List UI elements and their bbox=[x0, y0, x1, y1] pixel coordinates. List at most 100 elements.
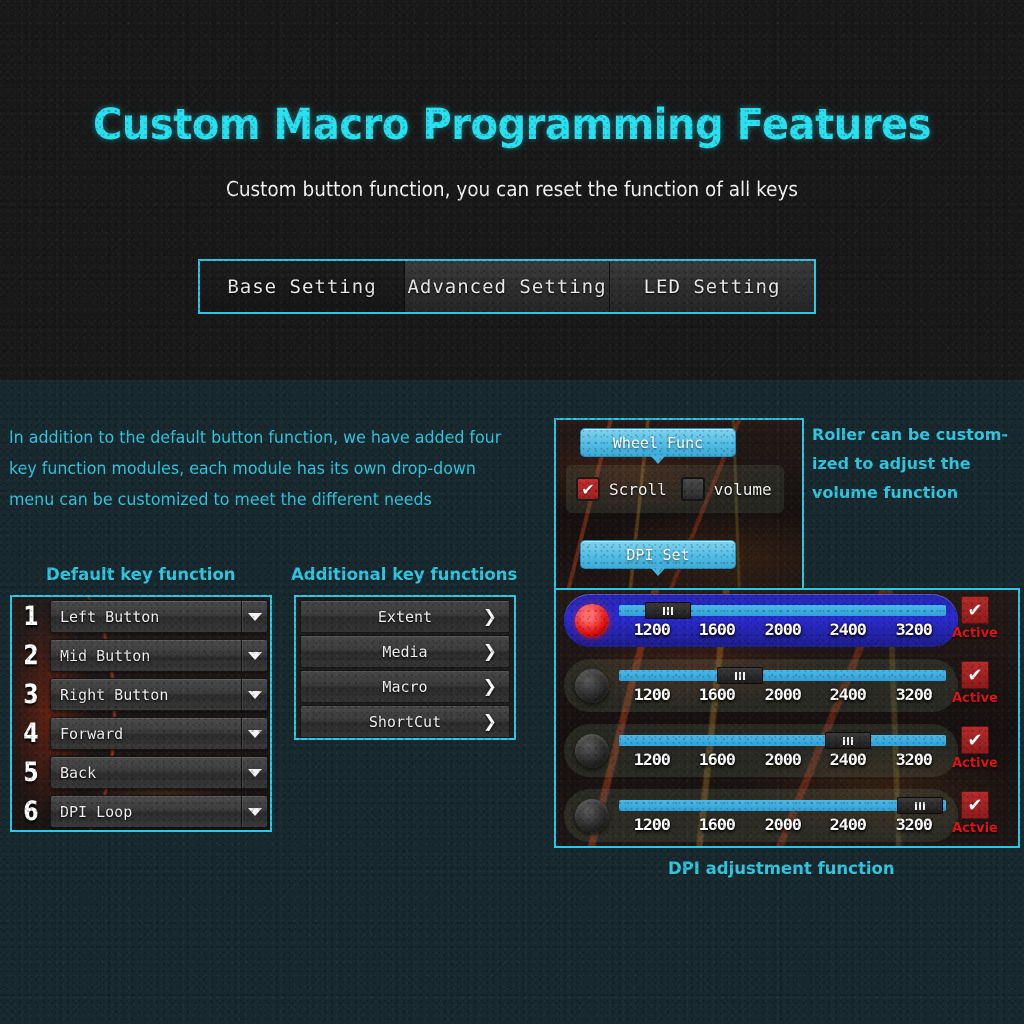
tick-label: 2400 bbox=[829, 620, 867, 639]
key-row-6: 6 DPI Loop bbox=[12, 792, 270, 830]
scroll-label: Scroll bbox=[609, 479, 667, 499]
tick-label: 1200 bbox=[633, 685, 671, 704]
key-index: 6 bbox=[23, 796, 39, 828]
key-index: 4 bbox=[23, 718, 39, 750]
slider-handle[interactable] bbox=[645, 602, 692, 619]
dpi-row-body[interactable]: 1200 1600 2000 2400 3200 bbox=[564, 724, 958, 777]
menu-item-macro[interactable]: Macro ❯ bbox=[300, 670, 510, 703]
scroll-checkbox[interactable]: ✔ bbox=[576, 477, 600, 501]
page-subtitle: Custom button function, you can reset th… bbox=[225, 177, 799, 201]
slider-handle[interactable] bbox=[717, 667, 764, 684]
dpi-slider-3[interactable]: 1200 1600 2000 2400 3200 bbox=[619, 724, 946, 777]
active-checkbox[interactable]: ✔ bbox=[961, 596, 989, 624]
dpi-row-1: 1200 1600 2000 2400 3200 ✔ Active bbox=[556, 590, 1018, 651]
key-dropdown-3[interactable]: Right Button bbox=[50, 678, 268, 712]
dpi-row-body[interactable]: 1200 1600 2000 2400 3200 bbox=[564, 789, 958, 842]
tick-label: 1200 bbox=[633, 815, 671, 834]
active-checkbox[interactable]: ✔ bbox=[961, 791, 989, 819]
additional-keys-caption: Additional key functions bbox=[291, 565, 518, 584]
tick-label: 2000 bbox=[764, 750, 801, 769]
dpi-led-indicator[interactable] bbox=[575, 798, 609, 833]
default-keys-caption: Default key function bbox=[46, 565, 236, 584]
menu-item-shortcut[interactable]: ShortCut ❯ bbox=[300, 705, 510, 738]
dpi-led-indicator[interactable] bbox=[575, 603, 609, 638]
slider-ticks: 1200 1600 2000 2400 3200 bbox=[619, 815, 946, 834]
tab-led-setting[interactable]: LED Setting bbox=[610, 261, 814, 312]
dpi-slider-1[interactable]: 1200 1600 2000 2400 3200 bbox=[619, 594, 946, 647]
key-dropdown-value: Right Button bbox=[60, 685, 169, 704]
tab-notch-icon bbox=[650, 567, 666, 576]
slider-track[interactable] bbox=[619, 670, 946, 681]
menu-item-media[interactable]: Media ❯ bbox=[300, 635, 510, 668]
slider-handle[interactable] bbox=[896, 797, 943, 814]
key-dropdown-5[interactable]: Back bbox=[50, 756, 268, 790]
key-row-1: 1 Left Button bbox=[12, 597, 270, 637]
menu-item-label: Extent bbox=[377, 607, 433, 626]
dpi-row-body[interactable]: 1200 1600 2000 2400 3200 bbox=[564, 659, 958, 712]
dpi-set-header[interactable]: DPI Set bbox=[580, 540, 736, 576]
key-row-5: 5 Back bbox=[12, 753, 270, 793]
dpi-slider-4[interactable]: 1200 1600 2000 2400 3200 bbox=[619, 789, 946, 842]
slider-ticks: 1200 1600 2000 2400 3200 bbox=[619, 685, 946, 704]
dpi-led-indicator[interactable] bbox=[575, 733, 609, 768]
tick-label: 2000 bbox=[764, 815, 801, 834]
dpi-row-2: 1200 1600 2000 2400 3200 ✔ Active bbox=[556, 655, 1018, 716]
tick-label: 1200 bbox=[633, 620, 671, 639]
key-dropdown-value: Back bbox=[60, 763, 97, 782]
key-index: 3 bbox=[23, 679, 39, 711]
tab-advanced-setting[interactable]: Advanced Setting bbox=[405, 261, 610, 312]
tick-label: 1600 bbox=[698, 815, 736, 834]
dpi-row-body[interactable]: 1200 1600 2000 2400 3200 bbox=[564, 594, 958, 647]
settings-tabbar: Base Setting Advanced Setting LED Settin… bbox=[198, 259, 816, 314]
slider-track[interactable] bbox=[619, 735, 946, 746]
dpi-row-4: 1200 1600 2000 2400 3200 ✔ Actvie bbox=[556, 785, 1018, 846]
menu-item-extent[interactable]: Extent ❯ bbox=[300, 600, 510, 633]
key-dropdown-6[interactable]: DPI Loop bbox=[50, 795, 268, 829]
active-checkbox[interactable]: ✔ bbox=[961, 661, 989, 689]
active-label: Actvie bbox=[952, 821, 998, 836]
wheel-options-row: ✔ Scroll volume bbox=[566, 465, 784, 513]
key-dropdown-2[interactable]: Mid Button bbox=[50, 639, 268, 673]
key-dropdown-value: Forward bbox=[60, 724, 124, 743]
dpi-adjustment-panel: 1200 1600 2000 2400 3200 ✔ Active 1200 1… bbox=[554, 588, 1020, 848]
active-label: Active bbox=[952, 756, 998, 771]
wheel-func-header[interactable]: Wheel Func bbox=[580, 428, 736, 464]
additional-key-functions-panel: Extent ❯ Media ❯ Macro ❯ ShortCut ❯ bbox=[294, 595, 516, 740]
chevron-right-icon: ❯ bbox=[482, 676, 497, 697]
key-dropdown-4[interactable]: Forward bbox=[50, 717, 268, 751]
dpi-row-3: 1200 1600 2000 2400 3200 ✔ Active bbox=[556, 720, 1018, 781]
dpi-active-toggle-1: ✔ Active bbox=[942, 596, 1008, 641]
chevron-down-icon[interactable] bbox=[241, 640, 267, 672]
active-checkbox[interactable]: ✔ bbox=[961, 726, 989, 754]
key-row-2: 2 Mid Button bbox=[12, 636, 270, 676]
chevron-down-icon[interactable] bbox=[241, 796, 267, 828]
key-index: 1 bbox=[23, 601, 39, 633]
key-index: 5 bbox=[23, 757, 39, 789]
default-key-function-panel: 1 Left Button 2 Mid Button 3 Right Butto… bbox=[10, 595, 272, 832]
dpi-active-toggle-3: ✔ Active bbox=[942, 726, 1008, 771]
key-row-3: 3 Right Button bbox=[12, 675, 270, 715]
slider-handle[interactable] bbox=[825, 732, 871, 749]
key-dropdown-1[interactable]: Left Button bbox=[50, 600, 268, 634]
chevron-down-icon[interactable] bbox=[241, 718, 267, 750]
tick-label: 2000 bbox=[764, 620, 801, 639]
dpi-slider-2[interactable]: 1200 1600 2000 2400 3200 bbox=[619, 659, 946, 712]
menu-item-label: Media bbox=[382, 642, 428, 661]
key-dropdown-value: Left Button bbox=[60, 607, 160, 626]
tick-label: 1600 bbox=[698, 750, 736, 769]
dpi-led-indicator[interactable] bbox=[575, 668, 609, 703]
tick-label: 3200 bbox=[895, 685, 932, 704]
dpi-set-header-label: DPI Set bbox=[626, 545, 690, 564]
key-index: 2 bbox=[23, 640, 39, 672]
chevron-down-icon[interactable] bbox=[241, 757, 267, 789]
wheel-func-panel: Wheel Func ✔ Scroll volume DPI Set bbox=[554, 418, 804, 596]
page-title: Custom Macro Programming Features bbox=[92, 100, 931, 150]
chevron-down-icon[interactable] bbox=[241, 601, 267, 633]
tab-notch-icon bbox=[650, 455, 666, 464]
tab-base-setting[interactable]: Base Setting bbox=[200, 261, 405, 312]
wheel-func-header-label: Wheel Func bbox=[612, 433, 704, 452]
volume-checkbox[interactable] bbox=[680, 477, 705, 501]
tick-label: 2000 bbox=[764, 685, 801, 704]
chevron-down-icon[interactable] bbox=[241, 679, 267, 711]
hero-banner: Custom Macro Programming Features Custom… bbox=[0, 0, 1024, 380]
